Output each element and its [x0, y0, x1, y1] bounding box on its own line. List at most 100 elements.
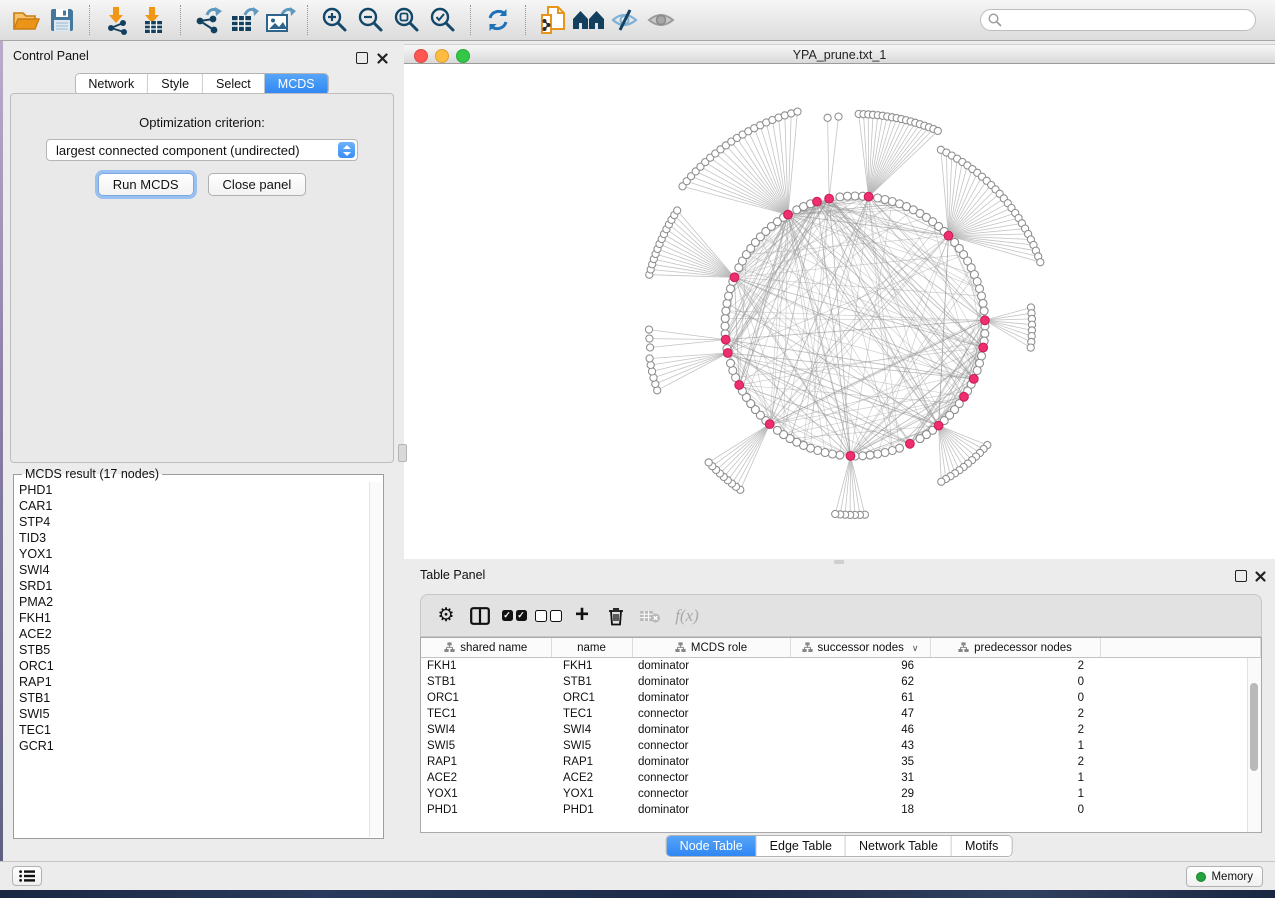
hide-graphics-details-button[interactable] — [607, 3, 643, 37]
column-header-name[interactable]: name — [551, 638, 632, 658]
export-image-button[interactable] — [262, 3, 298, 37]
show-graphics-details-button[interactable] — [643, 3, 679, 37]
table-row[interactable]: TEC1TEC1connector472 — [421, 706, 1261, 722]
mcds-result-item[interactable]: RAP1 — [19, 674, 378, 690]
table-row[interactable]: STB1STB1dominator620 — [421, 674, 1261, 690]
network-graph[interactable] — [404, 64, 1275, 559]
delete-column-button[interactable] — [599, 600, 633, 632]
network-canvas[interactable] — [404, 64, 1275, 559]
open-folder-icon — [11, 7, 41, 33]
plus-icon: + — [575, 603, 589, 627]
tab-select[interactable]: Select — [203, 74, 265, 94]
gear-icon: ⚙ — [437, 606, 454, 625]
toolbar-separator — [525, 5, 526, 35]
zoom-in-icon — [321, 6, 349, 34]
mcds-result-scrollbar[interactable] — [369, 482, 382, 837]
mcds-result-item[interactable]: STB1 — [19, 690, 378, 706]
toolbar-separator — [470, 5, 471, 35]
zoom-out-icon — [357, 6, 385, 34]
columns-icon — [470, 607, 490, 625]
mcds-result-item[interactable]: SRD1 — [19, 578, 378, 594]
tab-network[interactable]: Network — [75, 74, 148, 94]
table-row[interactable]: ACE2ACE2connector311 — [421, 770, 1261, 786]
column-header-successor-nodes[interactable]: successor nodes∨ — [790, 638, 930, 658]
mcds-result-item[interactable]: PHD1 — [19, 482, 378, 498]
share-document-button[interactable] — [535, 3, 571, 37]
mcds-result-item[interactable]: FKH1 — [19, 610, 378, 626]
table-row[interactable]: ORC1ORC1dominator610 — [421, 690, 1261, 706]
select-all-button[interactable]: ✓✓ — [497, 600, 531, 632]
mcds-result-item[interactable]: GCR1 — [19, 738, 378, 754]
function-builder-button[interactable]: f(x) — [667, 600, 701, 632]
mcds-result-item[interactable]: PMA2 — [19, 594, 378, 610]
float-table-panel-icon[interactable] — [1235, 570, 1247, 582]
select-stepper-icon — [338, 142, 355, 158]
memory-button[interactable]: Memory — [1186, 866, 1263, 887]
create-column-button[interactable]: + — [565, 600, 599, 632]
main-toolbar — [0, 0, 1275, 41]
table-row[interactable]: PHD1PHD1dominator180 — [421, 802, 1261, 818]
mcds-result-item[interactable]: YOX1 — [19, 546, 378, 562]
import-network-button[interactable] — [99, 3, 135, 37]
status-menu-button[interactable] — [12, 866, 42, 886]
optimization-criterion-label: Optimization criterion: — [11, 115, 393, 130]
optimization-criterion-select[interactable]: largest connected component (undirected) — [46, 139, 358, 161]
open-session-button[interactable] — [8, 3, 44, 37]
close-panel-button[interactable]: Close panel — [208, 173, 307, 196]
close-panel-icon[interactable] — [376, 52, 389, 65]
column-header-mcds-role[interactable]: MCDS role — [632, 638, 790, 658]
table-header-row: shared namenameMCDS rolesuccessor nodes∨… — [421, 638, 1261, 658]
zoom-selected-button[interactable] — [425, 3, 461, 37]
import-table-icon — [139, 5, 167, 35]
vertical-split-handle[interactable] — [398, 444, 407, 462]
zoom-out-button[interactable] — [353, 3, 389, 37]
network-analyzer-button[interactable] — [571, 3, 607, 37]
table-settings-button[interactable]: ⚙ — [429, 600, 463, 632]
column-header-shared-name[interactable]: shared name — [421, 638, 551, 658]
table-scrollbar[interactable] — [1247, 658, 1261, 832]
mcds-result-item[interactable]: STB5 — [19, 642, 378, 658]
save-session-button[interactable] — [44, 3, 80, 37]
delete-table-button[interactable] — [633, 600, 667, 632]
search-input[interactable] — [980, 9, 1256, 31]
zoom-in-button[interactable] — [317, 3, 353, 37]
mcds-result-item[interactable]: CAR1 — [19, 498, 378, 514]
mcds-result-item[interactable]: TEC1 — [19, 722, 378, 738]
column-header-predecessor-nodes[interactable]: predecessor nodes — [930, 638, 1100, 658]
mcds-result-item[interactable]: STP4 — [19, 514, 378, 530]
export-network-button[interactable] — [190, 3, 226, 37]
table-row[interactable]: YOX1YOX1connector291 — [421, 786, 1261, 802]
trash-icon — [607, 606, 625, 626]
network-window-titlebar[interactable]: YPA_prune.txt_1 — [404, 44, 1275, 64]
tab-node-table[interactable]: Node Table — [667, 836, 757, 856]
mcds-result-item[interactable]: ORC1 — [19, 658, 378, 674]
tab-style[interactable]: Style — [148, 74, 203, 94]
import-table-button[interactable] — [135, 3, 171, 37]
table-row[interactable]: FKH1FKH1dominator962 — [421, 658, 1261, 675]
table-scrollbar-thumb[interactable] — [1250, 683, 1258, 771]
mcds-result-item[interactable]: SWI5 — [19, 706, 378, 722]
table-row[interactable]: SWI4SWI4dominator462 — [421, 722, 1261, 738]
double-house-icon — [572, 8, 606, 32]
mcds-result-item[interactable]: ACE2 — [19, 626, 378, 642]
export-table-button[interactable] — [226, 3, 262, 37]
tab-motifs[interactable]: Motifs — [952, 836, 1011, 856]
mcds-result-box: MCDS result (17 nodes) PHD1CAR1STP4TID3Y… — [13, 467, 384, 839]
toolbar-separator — [307, 5, 308, 35]
mcds-result-item[interactable]: SWI4 — [19, 562, 378, 578]
float-panel-icon[interactable] — [356, 52, 368, 64]
zoom-fit-button[interactable] — [389, 3, 425, 37]
deselect-all-button[interactable] — [531, 600, 565, 632]
table-row[interactable]: RAP1RAP1dominator352 — [421, 754, 1261, 770]
tab-network-table[interactable]: Network Table — [846, 836, 952, 856]
mcds-result-item[interactable]: TID3 — [19, 530, 378, 546]
table-row[interactable]: SWI5SWI5connector431 — [421, 738, 1261, 754]
show-columns-button[interactable] — [463, 600, 497, 632]
tab-edge-table[interactable]: Edge Table — [757, 836, 846, 856]
refresh-button[interactable] — [480, 3, 516, 37]
list-icon — [19, 870, 35, 882]
run-mcds-button[interactable]: Run MCDS — [98, 173, 194, 196]
tab-mcds[interactable]: MCDS — [265, 74, 328, 94]
close-table-panel-icon[interactable] — [1254, 570, 1267, 583]
memory-label: Memory — [1211, 871, 1253, 883]
